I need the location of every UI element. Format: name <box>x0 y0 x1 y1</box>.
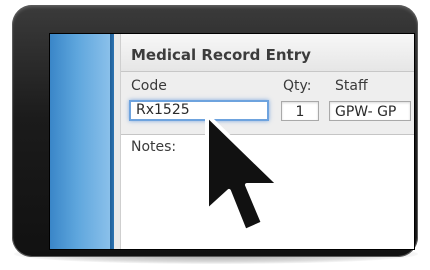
panel-header: Medical Record Entry <box>121 34 414 72</box>
mouse-pointer-arrow-icon <box>205 113 305 243</box>
staff-value: GPW- GP <box>335 104 397 120</box>
staff-field[interactable]: GPW- GP <box>329 101 411 121</box>
qty-label: Qty: <box>283 78 312 94</box>
sidebar <box>50 34 110 249</box>
notes-label: Notes: <box>131 139 177 155</box>
code-label: Code <box>131 78 167 94</box>
page-title: Medical Record Entry <box>131 46 311 64</box>
code-value: Rx1525 <box>136 102 190 118</box>
staff-label: Staff <box>335 78 368 94</box>
